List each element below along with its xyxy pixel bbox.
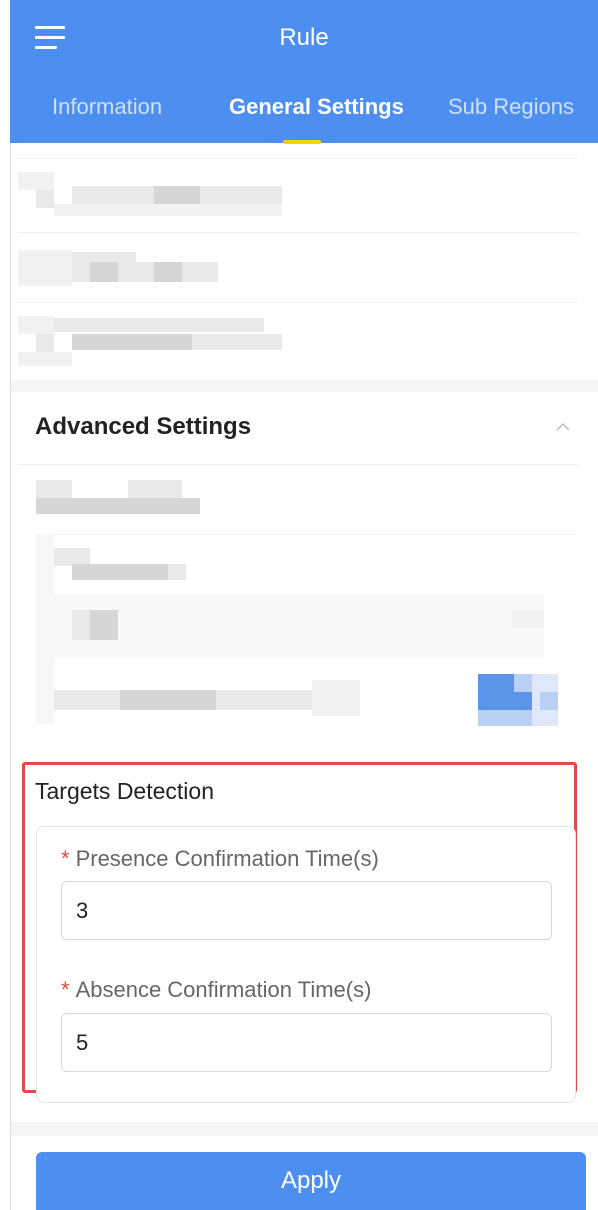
advanced-settings-title: Advanced Settings bbox=[35, 413, 252, 440]
absence-confirmation-label: * Absence Confirmation Time(s) bbox=[61, 977, 372, 1002]
app-header: Rule Information General Settings Sub Re… bbox=[10, 0, 598, 143]
tab-information[interactable]: Information bbox=[52, 94, 162, 120]
active-tab-indicator bbox=[283, 140, 321, 144]
absence-confirmation-time-input[interactable] bbox=[61, 1013, 552, 1072]
apply-button[interactable]: Apply bbox=[36, 1152, 586, 1210]
chevron-up-icon[interactable] bbox=[556, 420, 570, 434]
tab-sub-regions[interactable]: Sub Regions bbox=[448, 94, 574, 120]
presence-confirmation-label: * Presence Confirmation Time(s) bbox=[61, 846, 379, 871]
page-title: Rule bbox=[279, 24, 329, 51]
required-marker: * bbox=[61, 846, 70, 871]
required-marker: * bbox=[61, 977, 70, 1002]
section-divider bbox=[11, 380, 598, 392]
content-left-border bbox=[10, 143, 11, 1210]
targets-detection-title: Targets Detection bbox=[35, 778, 214, 804]
tab-general-settings[interactable]: General Settings bbox=[229, 94, 404, 120]
footer-divider bbox=[11, 1122, 598, 1136]
presence-confirmation-time-input[interactable] bbox=[61, 881, 552, 940]
